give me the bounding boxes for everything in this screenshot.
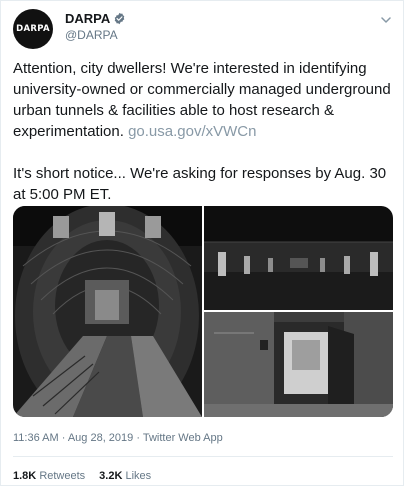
likes-label: Likes [125,470,152,482]
handle[interactable]: @DARPA [65,28,118,42]
divider [13,456,393,457]
verified-badge-icon [113,12,126,25]
media-grid [13,206,393,417]
tweet-text: Attention, city dwellers! We're interest… [13,58,397,205]
media-photo-door[interactable] [204,312,393,417]
retweets-label: Retweets [39,470,86,482]
tweet-timestamp[interactable]: 11:36 AM · Aug 28, 2019 · Twitter Web Ap… [13,432,223,444]
media-photo-garage[interactable] [204,206,393,310]
display-name[interactable]: DARPA [65,11,110,26]
avatar[interactable]: DARPA [13,9,53,49]
likes-stat[interactable]: 3.2K Likes [99,470,151,482]
avatar-logo-text: DARPA [16,24,50,34]
likes-count: 3.2K [99,470,123,482]
retweets-stat[interactable]: 1.8K Retweets [13,470,85,482]
tweet-text-2: It's short notice... We're asking for re… [13,165,387,203]
chevron-down-icon[interactable] [380,13,392,25]
engagement-stats: 1.8K Retweets 3.2K Likes [13,470,165,482]
retweets-count: 1.8K [13,470,37,482]
author-name-line: DARPA [65,11,126,26]
tweet-link[interactable]: go.usa.gov/xVWCn [128,123,256,140]
tweet-card: DARPA DARPA @DARPA Attention, city dwell… [0,0,404,486]
tweet-paragraph-1: Attention, city dwellers! We're interest… [13,58,397,142]
media-photo-tunnel[interactable] [13,206,202,417]
